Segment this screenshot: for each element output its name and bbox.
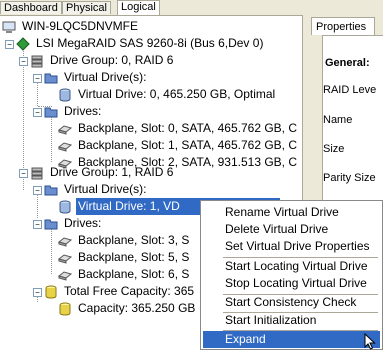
tree-node-capacity[interactable]: Capacity: 365.250 GB xyxy=(58,300,197,317)
view-tabs: Dashboard Physical Logical xyxy=(0,0,383,15)
minus-box-icon[interactable]: − xyxy=(33,108,42,117)
properties-heading: General: xyxy=(325,57,370,69)
controller-name: LSI MegaRAID SAS 9260-8i (Bus 6,Dev 0) xyxy=(36,36,264,50)
tab-dashboard[interactable]: Dashboard xyxy=(0,1,62,14)
virtual-drive-label: Virtual Drive: 0, 465.250 GB, Optimal xyxy=(78,87,276,101)
tree-node-controller[interactable]: LSI MegaRAID SAS 9260-8i (Bus 6,Dev 0) xyxy=(16,35,265,52)
hard-disk-icon xyxy=(58,253,72,264)
drive-stack-icon xyxy=(31,55,43,67)
hard-disk-icon xyxy=(58,236,72,247)
menu-item-expand[interactable]: Expand xyxy=(203,331,380,348)
menu-item-start-locating-virtual-drive[interactable]: Start Locating Virtual Drive xyxy=(203,258,380,275)
tree-node-drives-folder[interactable]: Drives: xyxy=(44,103,103,120)
menu-item-start-initialization[interactable]: Start Initialization xyxy=(203,312,380,329)
physical-drive-label: Backplane, Slot: 5, S xyxy=(78,250,190,264)
menu-item-stop-locating-virtual-drive[interactable]: Stop Locating Virtual Drive xyxy=(203,275,380,292)
tree-node-virtual-drive-0[interactable]: Virtual Drive: 0, 465.250 GB, Optimal xyxy=(58,86,277,103)
green-diamond-icon xyxy=(16,36,30,51)
hard-disk-icon xyxy=(58,270,72,281)
physical-drive-label: Backplane, Slot: 3, S xyxy=(78,233,190,247)
drive-group-label: Drive Group: 0, RAID 6 xyxy=(50,53,174,67)
minus-box-icon[interactable]: − xyxy=(33,186,42,195)
menu-item-set-virtual-drive-properties[interactable]: Set Virtual Drive Properties xyxy=(203,238,380,255)
physical-drive-label: Backplane, Slot: 1, SATA, 465.762 GB, C xyxy=(78,138,298,152)
minus-box-icon[interactable]: − xyxy=(33,220,42,229)
capacity-label: Capacity: 365.250 GB xyxy=(78,301,196,315)
tree-node-physical-drive[interactable]: Backplane, Slot: 0, SATA, 465.762 GB, C xyxy=(58,120,299,137)
folder-label: Virtual Drive(s): xyxy=(64,70,147,84)
cylinder-disk-icon xyxy=(59,200,71,214)
folder-icon xyxy=(44,107,58,117)
folder-label: Virtual Drive(s): xyxy=(64,182,147,196)
property-label: RAID Leve xyxy=(323,84,377,96)
property-label: Name xyxy=(323,114,353,126)
menu-item-rename-virtual-drive[interactable]: Rename Virtual Drive xyxy=(203,204,380,221)
drive-stack-icon xyxy=(31,167,43,179)
menu-item-start-consistency-check[interactable]: Start Consistency Check xyxy=(203,294,380,311)
tree-node-server[interactable]: WIN-9LQC5DNVMFE xyxy=(2,18,140,35)
tree-node-drives-folder[interactable]: Drives: xyxy=(44,215,103,232)
menu-item-delete-virtual-drive[interactable]: Delete Virtual Drive xyxy=(203,221,380,238)
yellow-cylinder-icon xyxy=(45,285,57,299)
tree-node-physical-drive[interactable]: Backplane, Slot: 1, SATA, 465.762 GB, C xyxy=(58,137,299,154)
folder-icon xyxy=(44,73,58,83)
tree-node-physical-drive[interactable]: Backplane, Slot: 6, S xyxy=(58,266,191,283)
minus-box-icon[interactable]: − xyxy=(33,74,42,83)
tab-properties[interactable]: Properties xyxy=(311,17,375,36)
context-menu: Rename Virtual Drive Delete Virtual Driv… xyxy=(200,200,383,350)
property-label: Size xyxy=(323,143,345,155)
minus-box-icon[interactable]: − xyxy=(19,57,28,66)
tree-node-vd-folder[interactable]: Virtual Drive(s): xyxy=(44,69,148,86)
tree-node-free-capacity[interactable]: Total Free Capacity: 365 xyxy=(44,283,196,300)
computer-icon xyxy=(2,21,16,33)
yellow-cylinder-icon xyxy=(59,302,71,316)
folder-icon xyxy=(44,185,58,195)
property-label: Parity Size xyxy=(323,172,376,184)
mouse-cursor-icon xyxy=(364,333,376,350)
tree-node-drive-group-1[interactable]: Drive Group: 1, RAID 6 xyxy=(30,164,175,181)
minus-box-icon[interactable]: − xyxy=(19,169,28,178)
physical-drive-label: Backplane, Slot: 6, S xyxy=(78,267,190,281)
cylinder-disk-icon xyxy=(59,88,71,102)
tree-node-drive-group-0[interactable]: Drive Group: 0, RAID 6 xyxy=(30,52,175,69)
free-capacity-label: Total Free Capacity: 365 xyxy=(64,284,195,298)
folder-label: Drives: xyxy=(64,104,102,118)
physical-drive-label: Backplane, Slot: 0, SATA, 465.762 GB, C xyxy=(78,121,298,135)
minus-box-icon[interactable]: − xyxy=(5,40,14,49)
server-name: WIN-9LQC5DNVMFE xyxy=(22,19,139,33)
minus-box-icon[interactable]: − xyxy=(33,288,42,297)
tab-logical[interactable]: Logical xyxy=(117,0,160,15)
hard-disk-icon xyxy=(58,124,72,135)
hard-disk-icon xyxy=(58,141,72,152)
drive-group-label: Drive Group: 1, RAID 6 xyxy=(50,165,174,179)
folder-icon xyxy=(44,219,58,229)
folder-label: Drives: xyxy=(64,216,102,230)
tree-node-physical-drive[interactable]: Backplane, Slot: 3, S xyxy=(58,232,191,249)
tree-node-physical-drive[interactable]: Backplane, Slot: 5, S xyxy=(58,249,191,266)
tree-node-vd-folder[interactable]: Virtual Drive(s): xyxy=(44,181,148,198)
tab-physical[interactable]: Physical xyxy=(62,1,111,14)
